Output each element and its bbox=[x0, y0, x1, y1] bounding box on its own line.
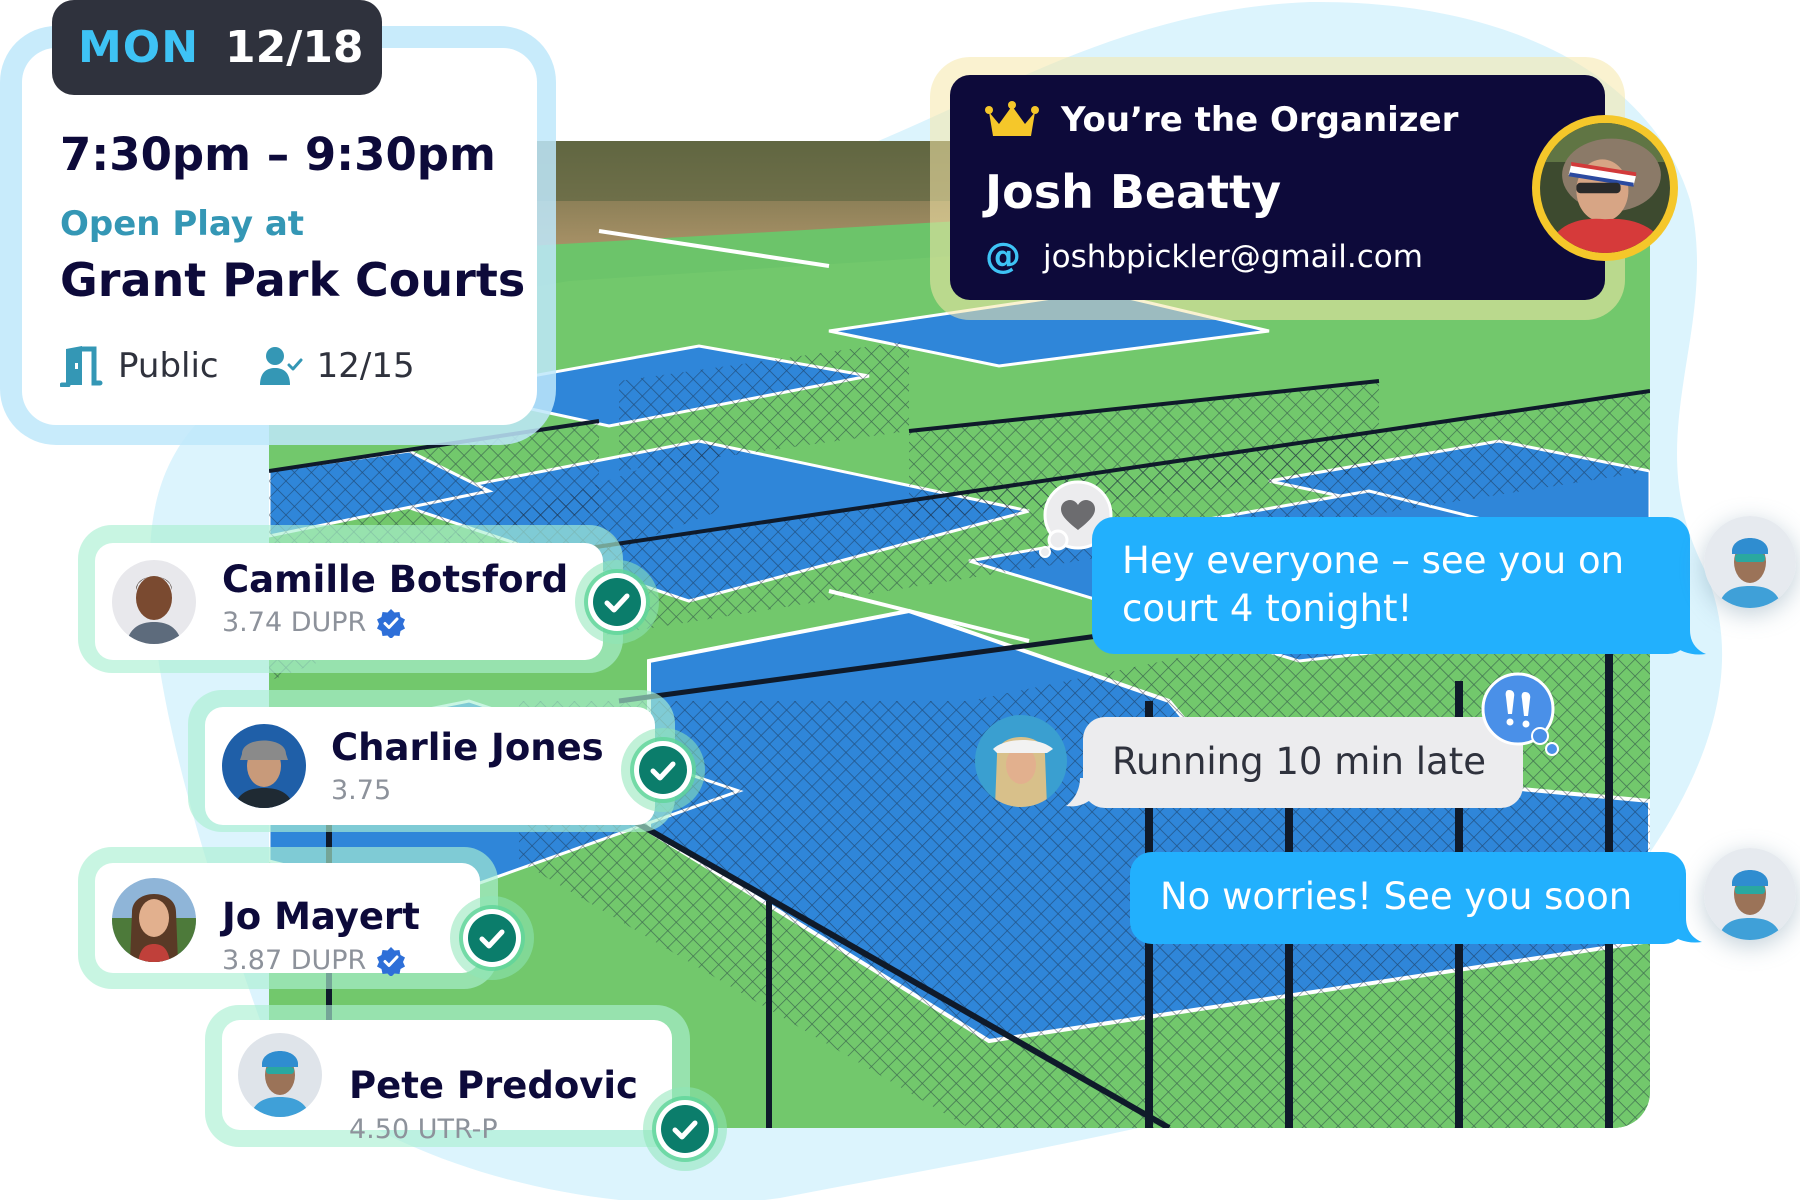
crown-icon bbox=[985, 101, 1039, 136]
attendance-count: 12/15 bbox=[316, 346, 415, 386]
chat-message-text: Running 10 min late bbox=[1112, 740, 1486, 783]
chat-avatar[interactable] bbox=[1704, 516, 1796, 608]
date-badge: MON 12/18 bbox=[52, 0, 382, 95]
verified-badge-icon bbox=[377, 608, 406, 638]
player-rating-value: 4.50 UTR-P bbox=[349, 1114, 498, 1145]
confirmed-check-icon bbox=[621, 728, 705, 812]
bubble-tail bbox=[1672, 630, 1706, 655]
chat-message-text: No worries! See you soon bbox=[1160, 875, 1633, 918]
organizer-email[interactable]: joshbpickler@gmail.com bbox=[1043, 239, 1423, 275]
confirmed-check-icon bbox=[575, 560, 659, 644]
player-avatar bbox=[112, 560, 196, 644]
event-time: 7:30pm – 9:30pm bbox=[60, 128, 496, 181]
user-check-icon bbox=[259, 347, 303, 385]
exclamation-reaction-bubble bbox=[1481, 672, 1559, 756]
event-meta: Public 12/15 bbox=[60, 345, 415, 387]
organizer-role-label: You’re the Organizer bbox=[1061, 100, 1459, 140]
chat-message-outgoing[interactable]: Hey everyone – see you on court 4 tonigh… bbox=[1092, 517, 1690, 654]
chat-message-incoming[interactable]: Running 10 min late bbox=[1083, 717, 1523, 808]
player-name: Charlie Jones bbox=[331, 726, 604, 769]
chat-avatar[interactable] bbox=[1704, 848, 1796, 940]
bubble-tail bbox=[1668, 918, 1702, 943]
event-type: Open Play at bbox=[60, 204, 305, 244]
at-sign-icon: @ bbox=[985, 236, 1021, 277]
chat-message-outgoing[interactable]: No worries! See you soon bbox=[1130, 852, 1686, 944]
player-name: Camille Botsford bbox=[222, 558, 569, 601]
player-rating-value: 3.74 DUPR bbox=[222, 607, 367, 638]
player-avatar bbox=[238, 1033, 322, 1117]
visibility-label: Public bbox=[118, 346, 219, 386]
player-rating: 3.75 bbox=[331, 775, 391, 806]
confirmed-check-icon bbox=[450, 896, 534, 980]
event-date: 12/18 bbox=[225, 22, 364, 73]
event-venue: Grant Park Courts bbox=[60, 253, 526, 307]
door-icon bbox=[60, 346, 103, 387]
day-of-week: MON bbox=[78, 22, 200, 73]
organizer-avatar[interactable] bbox=[1532, 115, 1678, 261]
organizer-email-row: @ joshbpickler@gmail.com bbox=[985, 236, 1423, 277]
player-avatar bbox=[112, 878, 196, 962]
organizer-role: You’re the Organizer bbox=[985, 100, 1458, 140]
chat-message-text: Hey everyone – see you on bbox=[1122, 539, 1625, 582]
verified-badge-icon bbox=[377, 946, 406, 976]
chat-avatar[interactable] bbox=[975, 715, 1067, 807]
player-name: Pete Predovic bbox=[349, 1064, 638, 1107]
player-rating: 3.87 DUPR bbox=[222, 945, 406, 976]
chat-message-text: court 4 tonight! bbox=[1122, 587, 1413, 630]
player-rating-value: 3.87 DUPR bbox=[222, 945, 367, 976]
player-rating-value: 3.75 bbox=[331, 775, 392, 806]
organizer-name: Josh Beatty bbox=[985, 165, 1282, 219]
player-rating: 3.74 DUPR bbox=[222, 607, 406, 638]
player-name: Jo Mayert bbox=[222, 895, 420, 938]
confirmed-check-icon bbox=[643, 1087, 727, 1171]
player-rating: 4.50 UTR-P bbox=[349, 1114, 498, 1145]
player-avatar bbox=[222, 724, 306, 808]
